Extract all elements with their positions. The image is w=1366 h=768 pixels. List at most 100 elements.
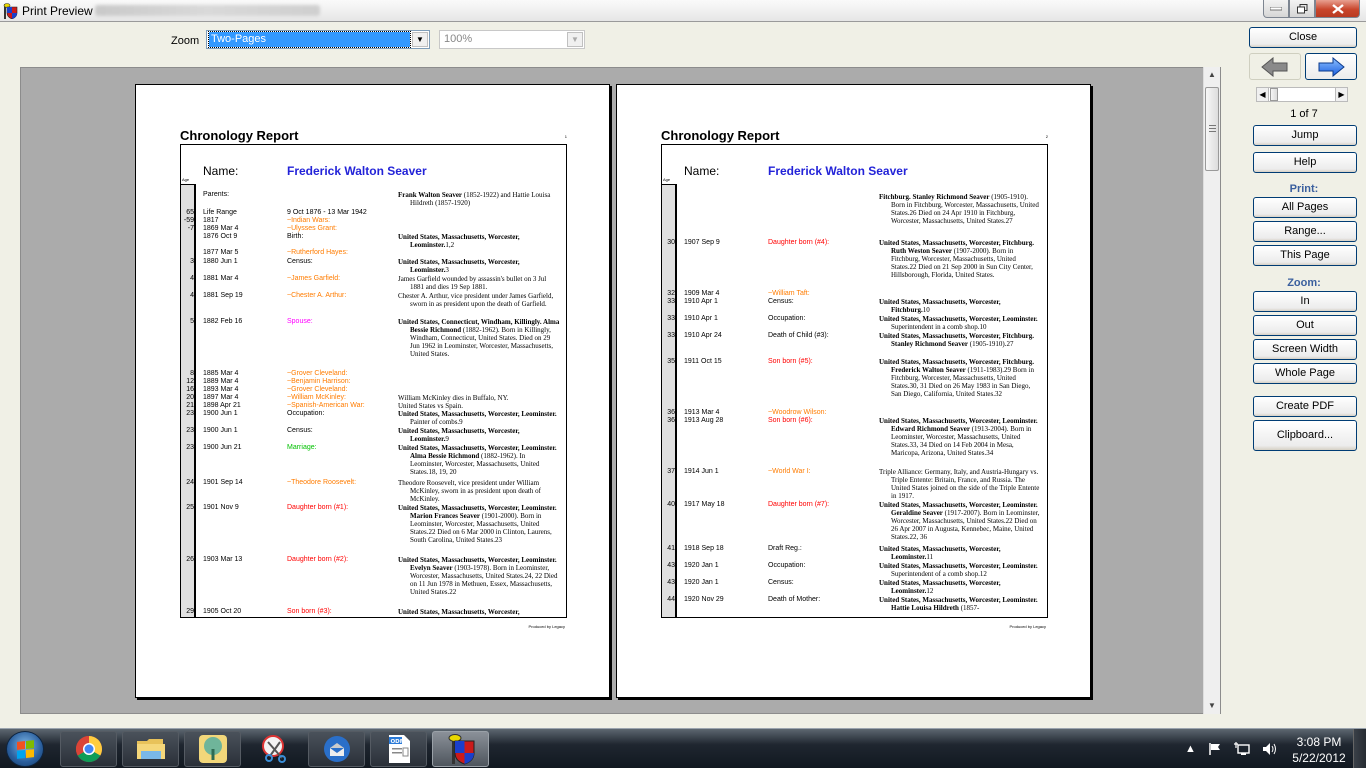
row-age: 26 <box>186 556 194 563</box>
svg-text:ODF: ODF <box>390 739 403 745</box>
row-detail-text: Painter of combs.9 <box>410 418 463 426</box>
row-date: 1817 <box>203 217 219 224</box>
scrollbar-thumb[interactable] <box>1205 87 1219 171</box>
restore-button[interactable] <box>1289 0 1315 18</box>
row-age: 65 <box>186 209 194 216</box>
row-detail: United States, Massachusetts, Worcester,… <box>879 596 1041 612</box>
row-detail: Triple Alliance: Germany, Italy, and Aus… <box>879 468 1041 500</box>
action-center-flag-icon[interactable] <box>1208 742 1222 756</box>
row-event: ~Grover Cleveland: <box>287 386 348 393</box>
help-button[interactable]: Help <box>1253 152 1357 173</box>
row-age: 33 <box>667 315 675 322</box>
row-detail-place: Frank Walton Seaver <box>398 191 463 199</box>
row-detail: United States, Massachusetts, Worcester,… <box>398 556 560 596</box>
row-event: Census: <box>768 579 794 586</box>
report-body: Age Name: Frederick Walton Seaver Parent… <box>180 144 567 618</box>
row-date: 1901 Nov 9 <box>203 504 239 511</box>
whole-page-button[interactable]: Whole Page <box>1253 363 1357 384</box>
report-footer: Produced by Legacy <box>528 624 565 629</box>
row-event: ~Rutherford Hayes: <box>287 249 348 256</box>
row-event: ~Chester A. Arthur: <box>287 292 347 299</box>
zoom-in-button[interactable]: In <box>1253 291 1357 312</box>
row-detail: United States, Massachusetts, Worcester,… <box>879 417 1041 457</box>
zoom-percent-value: 100% <box>444 33 473 45</box>
row-date: 1920 Nov 29 <box>684 596 724 603</box>
row-detail: Chester A. Arthur, vice president under … <box>398 292 560 308</box>
scroll-up-icon[interactable]: ▲ <box>1204 67 1220 83</box>
show-desktop-button[interactable] <box>1353 729 1366 768</box>
row-date: 1903 Mar 13 <box>203 556 243 563</box>
row-date: 1900 Jun 21 <box>203 444 242 451</box>
page-number: 2 <box>1045 134 1048 139</box>
start-button[interactable] <box>6 731 44 767</box>
restore-icon <box>1296 3 1307 13</box>
clock[interactable]: 3:08 PM 5/22/2012 <box>1284 734 1354 766</box>
scroll-down-icon[interactable]: ▼ <box>1204 698 1220 714</box>
row-detail-text: 9 <box>445 435 449 443</box>
minimize-button[interactable] <box>1263 0 1289 18</box>
screen-width-button[interactable]: Screen Width <box>1253 339 1357 360</box>
row-event: ~Woodrow Wilson: <box>768 409 827 416</box>
row-age: 5 <box>190 318 194 325</box>
chevron-down-icon[interactable]: ▼ <box>412 32 428 47</box>
network-icon[interactable] <box>1233 742 1250 756</box>
row-age: 25 <box>186 504 194 511</box>
row-event: Draft Reg.: <box>768 545 802 552</box>
row-event: Death of Mother: <box>768 596 821 603</box>
row-age: 23 <box>186 444 194 451</box>
row-date: 1889 Mar 4 <box>203 378 239 385</box>
next-page-button[interactable] <box>1305 53 1357 80</box>
taskbar-family-tree[interactable] <box>184 731 241 767</box>
row-date: 1898 Apr 21 <box>203 402 241 409</box>
previous-page-button[interactable] <box>1249 53 1301 80</box>
taskbar-explorer[interactable] <box>122 731 179 767</box>
close-window-button[interactable] <box>1315 0 1360 18</box>
create-pdf-button[interactable]: Create PDF <box>1253 396 1357 417</box>
show-hidden-icons-icon[interactable]: ▲ <box>1185 743 1196 755</box>
row-detail: James Garfield wounded by assassin's bul… <box>398 275 560 291</box>
row-event: ~Spanish-American War: <box>287 402 365 409</box>
mail-icon <box>323 736 350 762</box>
taskbar-legacy-family-tree[interactable] <box>432 731 489 767</box>
row-event: ~Grover Cleveland: <box>287 370 348 377</box>
row-detail-text: Chester A. Arthur, vice president under … <box>398 292 554 308</box>
taskbar-snipping-tool[interactable] <box>246 731 303 767</box>
zoom-mode-select[interactable]: Two-Pages ▼ <box>206 30 430 49</box>
row-date: 1880 Jun 1 <box>203 258 238 265</box>
zoom-out-button[interactable]: Out <box>1253 315 1357 336</box>
row-event: Death of Child (#3): <box>768 332 829 339</box>
row-detail: United States, Massachusetts, Worcester,… <box>879 358 1041 398</box>
row-detail-text: Superintendent in a comb shop.10 <box>891 323 987 331</box>
row-age: 4 <box>190 292 194 299</box>
taskbar-odf-document[interactable]: ODF <box>370 731 427 767</box>
vertical-scrollbar[interactable]: ▲ ▼ <box>1203 67 1220 714</box>
row-age: 40 <box>667 501 675 508</box>
page-indicator: 1 of 7 <box>1290 108 1318 120</box>
print-range-button[interactable]: Range... <box>1253 221 1357 242</box>
print-all-pages-button[interactable]: All Pages <box>1253 197 1357 218</box>
print-this-page-button[interactable]: This Page <box>1253 245 1357 266</box>
scroll-left-icon[interactable]: ◀ <box>1257 88 1269 101</box>
row-age: 36 <box>667 409 675 416</box>
taskbar-thunderbird[interactable] <box>308 731 365 767</box>
row-detail-text: (1857- <box>958 604 980 612</box>
row-date: 1913 Mar 4 <box>684 409 720 416</box>
clipboard-button[interactable]: Clipboard... <box>1253 420 1357 451</box>
row-detail-place: United States, Massachusetts, Worcester,… <box>398 444 557 460</box>
row-age: 33 <box>667 332 675 339</box>
taskbar-chrome[interactable] <box>60 731 117 767</box>
row-age: 24 <box>186 479 194 486</box>
row-detail: William McKinley dies in Buffalo, NY. <box>398 394 560 402</box>
row-date: 1917 May 18 <box>684 501 725 508</box>
jump-button[interactable]: Jump <box>1253 125 1357 146</box>
scroll-right-icon[interactable]: ▶ <box>1335 88 1347 101</box>
name-label: Name: <box>684 164 720 178</box>
row-detail-place: United States, Massachusetts, Worcester,… <box>879 562 1038 570</box>
close-button[interactable]: Close <box>1249 27 1357 48</box>
row-date: 1869 Mar 4 <box>203 225 239 232</box>
page-scrollbar-thumb[interactable] <box>1270 88 1278 101</box>
row-age: 43 <box>667 562 675 569</box>
chrome-icon <box>75 735 102 763</box>
volume-icon[interactable] <box>1262 742 1278 756</box>
page-scrollbar[interactable]: ◀ ▶ <box>1256 87 1348 102</box>
